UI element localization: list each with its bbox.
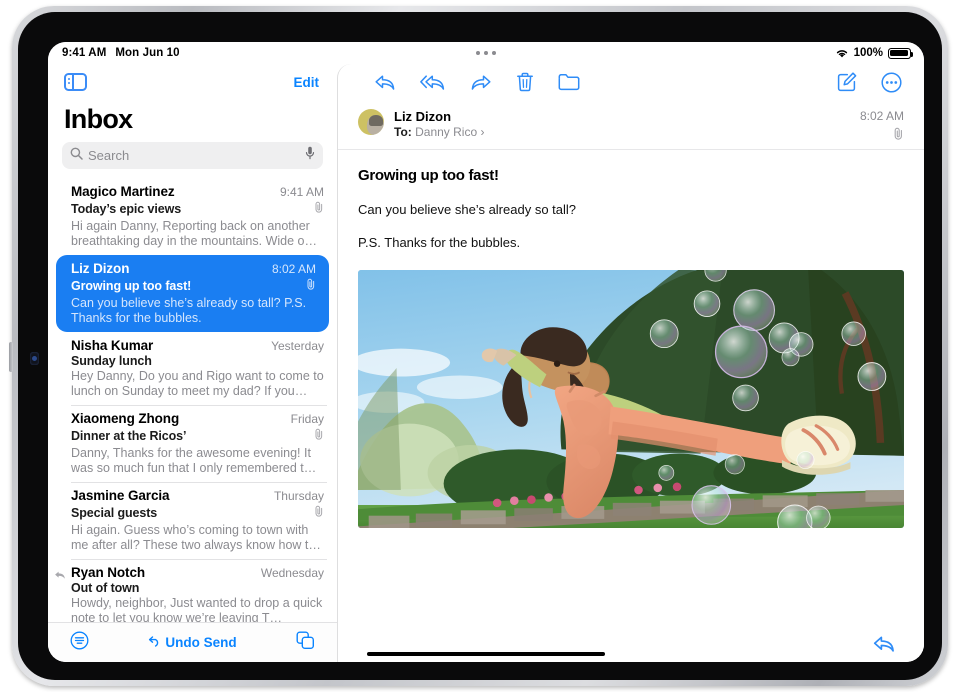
message-subject: Out of town [71, 581, 140, 595]
sender-name: Xiaomeng Zhong [71, 411, 180, 426]
paperclip-icon [314, 200, 324, 218]
split-view: Edit Inbox Search Magico Martinez 9:41 A… [48, 64, 924, 662]
mailbox-sidebar: Edit Inbox Search Magico Martinez 9:41 A… [48, 64, 337, 662]
edit-button[interactable]: Edit [294, 75, 320, 90]
recipient-line[interactable]: To: Danny Rico › [394, 125, 850, 139]
microphone-icon[interactable] [305, 146, 315, 165]
undo-send-button[interactable]: Undo Send [148, 635, 237, 650]
status-time: 9:41 AM [62, 47, 107, 59]
message-preview: Hi again Danny, Reporting back on anothe… [71, 219, 317, 248]
message-time: Friday [290, 412, 324, 426]
message-subject: Special guests [71, 506, 158, 520]
message-time: Thursday [273, 489, 324, 503]
volume-button[interactable] [9, 342, 13, 372]
paperclip-icon [314, 427, 324, 445]
battery-percent: 100% [853, 47, 883, 59]
device-bezel: 9:41 AM Mon Jun 10 100% Edit Inbox Searc… [18, 12, 942, 680]
status-bar: 9:41 AM Mon Jun 10 100% [48, 42, 924, 64]
multitasking-dots-icon[interactable] [476, 51, 496, 55]
recipient-name: Danny Rico [415, 125, 478, 139]
message-preview: Can you believe she’s already so tall? P… [71, 296, 307, 325]
sender-block: Liz Dizon To: Danny Rico › [394, 109, 850, 139]
status-date: Mon Jun 10 [115, 47, 180, 59]
message-row[interactable]: Ryan Notch Wednesday Out of town Howdy, nei… [48, 559, 337, 622]
message-preview: Howdy, neighbor, Just wanted to drop a q… [71, 596, 323, 622]
header-right: 8:02 AM [860, 109, 904, 140]
sidebar-toolbar: Edit [48, 64, 337, 100]
wifi-icon [835, 48, 849, 59]
paperclip-icon [306, 277, 316, 295]
search-icon [70, 147, 83, 165]
search-placeholder: Search [88, 148, 130, 163]
message-subject: Growing up too fast! [358, 167, 499, 184]
undo-arrow-icon [148, 635, 161, 650]
message-time: 8:02 AM [859, 109, 904, 123]
search-input[interactable]: Search [62, 142, 323, 169]
compose-icon[interactable] [837, 72, 857, 92]
message-row[interactable]: Magico Martinez 9:41 AM Today’s epic views… [48, 178, 337, 255]
paperclip-icon [314, 504, 324, 522]
reply-button[interactable] [872, 634, 896, 654]
avatar[interactable] [358, 109, 384, 135]
sender-name: Ryan Notch [71, 565, 146, 580]
sidebar-toggle-icon[interactable] [64, 73, 87, 91]
message-bottom-bar [338, 626, 924, 662]
message-subject: Dinner at the Ricos’ [71, 429, 187, 443]
message-row[interactable]: Nisha Kumar Yesterday Sunday lunch Hey Dann… [48, 332, 337, 405]
sender-name: Magico Martinez [71, 184, 175, 199]
sender-name: Liz Dizon [394, 109, 452, 124]
message-row-selected[interactable]: Liz Dizon 8:02 AM Growing up too fast! Can … [56, 255, 329, 332]
copy-stack-icon[interactable] [296, 631, 315, 655]
ellipsis-circle-icon[interactable] [881, 71, 902, 93]
message-time: Wednesday [260, 566, 324, 580]
sidebar-bottom-bar: Undo Send [48, 622, 337, 662]
message-subject: Sunday lunch [71, 354, 152, 368]
message-row[interactable]: Jasmine Garcia Thursday Special guests Hi a… [48, 482, 337, 559]
battery-full-icon [888, 47, 914, 59]
sender-name: Nisha Kumar [71, 338, 154, 353]
side-indicator [30, 352, 39, 365]
to-label: To: [394, 125, 412, 139]
status-bar-right: 100% [835, 47, 914, 59]
message-toolbar [338, 64, 924, 100]
screen: 9:41 AM Mon Jun 10 100% Edit Inbox Searc… [48, 42, 924, 662]
message-paragraph: Can you believe she’s already so tall? [358, 202, 577, 217]
replied-icon [54, 568, 66, 586]
undo-send-label: Undo Send [165, 635, 237, 650]
filter-icon[interactable] [70, 631, 89, 655]
forward-button[interactable] [470, 73, 492, 92]
message-preview: Danny, Thanks for the awesome evening! I… [71, 446, 317, 475]
message-subject: Growing up too fast! [71, 279, 192, 293]
sender-name: Liz Dizon [71, 261, 130, 276]
message-body: Growing up too fast! Can you believe she… [338, 150, 924, 626]
disclosure-chevron-icon: › [480, 125, 485, 139]
paperclip-icon [860, 127, 904, 140]
message-preview: Hi again. Guess who’s coming to town wit… [71, 523, 321, 552]
message-list[interactable]: Magico Martinez 9:41 AM Today’s epic views… [48, 178, 337, 622]
message-detail-pane: Liz Dizon To: Danny Rico › 8:02 AM Growi… [337, 64, 924, 662]
sender-name: Jasmine Garcia [71, 488, 170, 503]
status-bar-left: 9:41 AM Mon Jun 10 [62, 47, 180, 59]
home-indicator[interactable] [367, 651, 605, 656]
message-row[interactable]: Xiaomeng Zhong Friday Dinner at the Ricos’… [48, 405, 337, 482]
message-paragraph: P.S. Thanks for the bubbles. [358, 235, 521, 250]
message-time: Yesterday [271, 339, 324, 353]
folder-icon[interactable] [558, 73, 580, 91]
message-time: 9:41 AM [279, 185, 324, 199]
message-subject: Today’s epic views [71, 202, 182, 216]
page-title: Inbox [64, 104, 133, 134]
message-header: Liz Dizon To: Danny Rico › 8:02 AM [338, 100, 924, 150]
reply-all-button[interactable] [420, 73, 446, 92]
girl-kicking-with-bubbles-photo[interactable] [358, 270, 904, 528]
message-time: 8:02 AM [271, 262, 316, 276]
reply-button[interactable] [374, 73, 396, 92]
ipad-device: 9:41 AM Mon Jun 10 100% Edit Inbox Searc… [9, 6, 948, 686]
message-preview: Hey Danny, Do you and Rigo want to come … [71, 369, 324, 398]
trash-icon[interactable] [516, 72, 534, 92]
